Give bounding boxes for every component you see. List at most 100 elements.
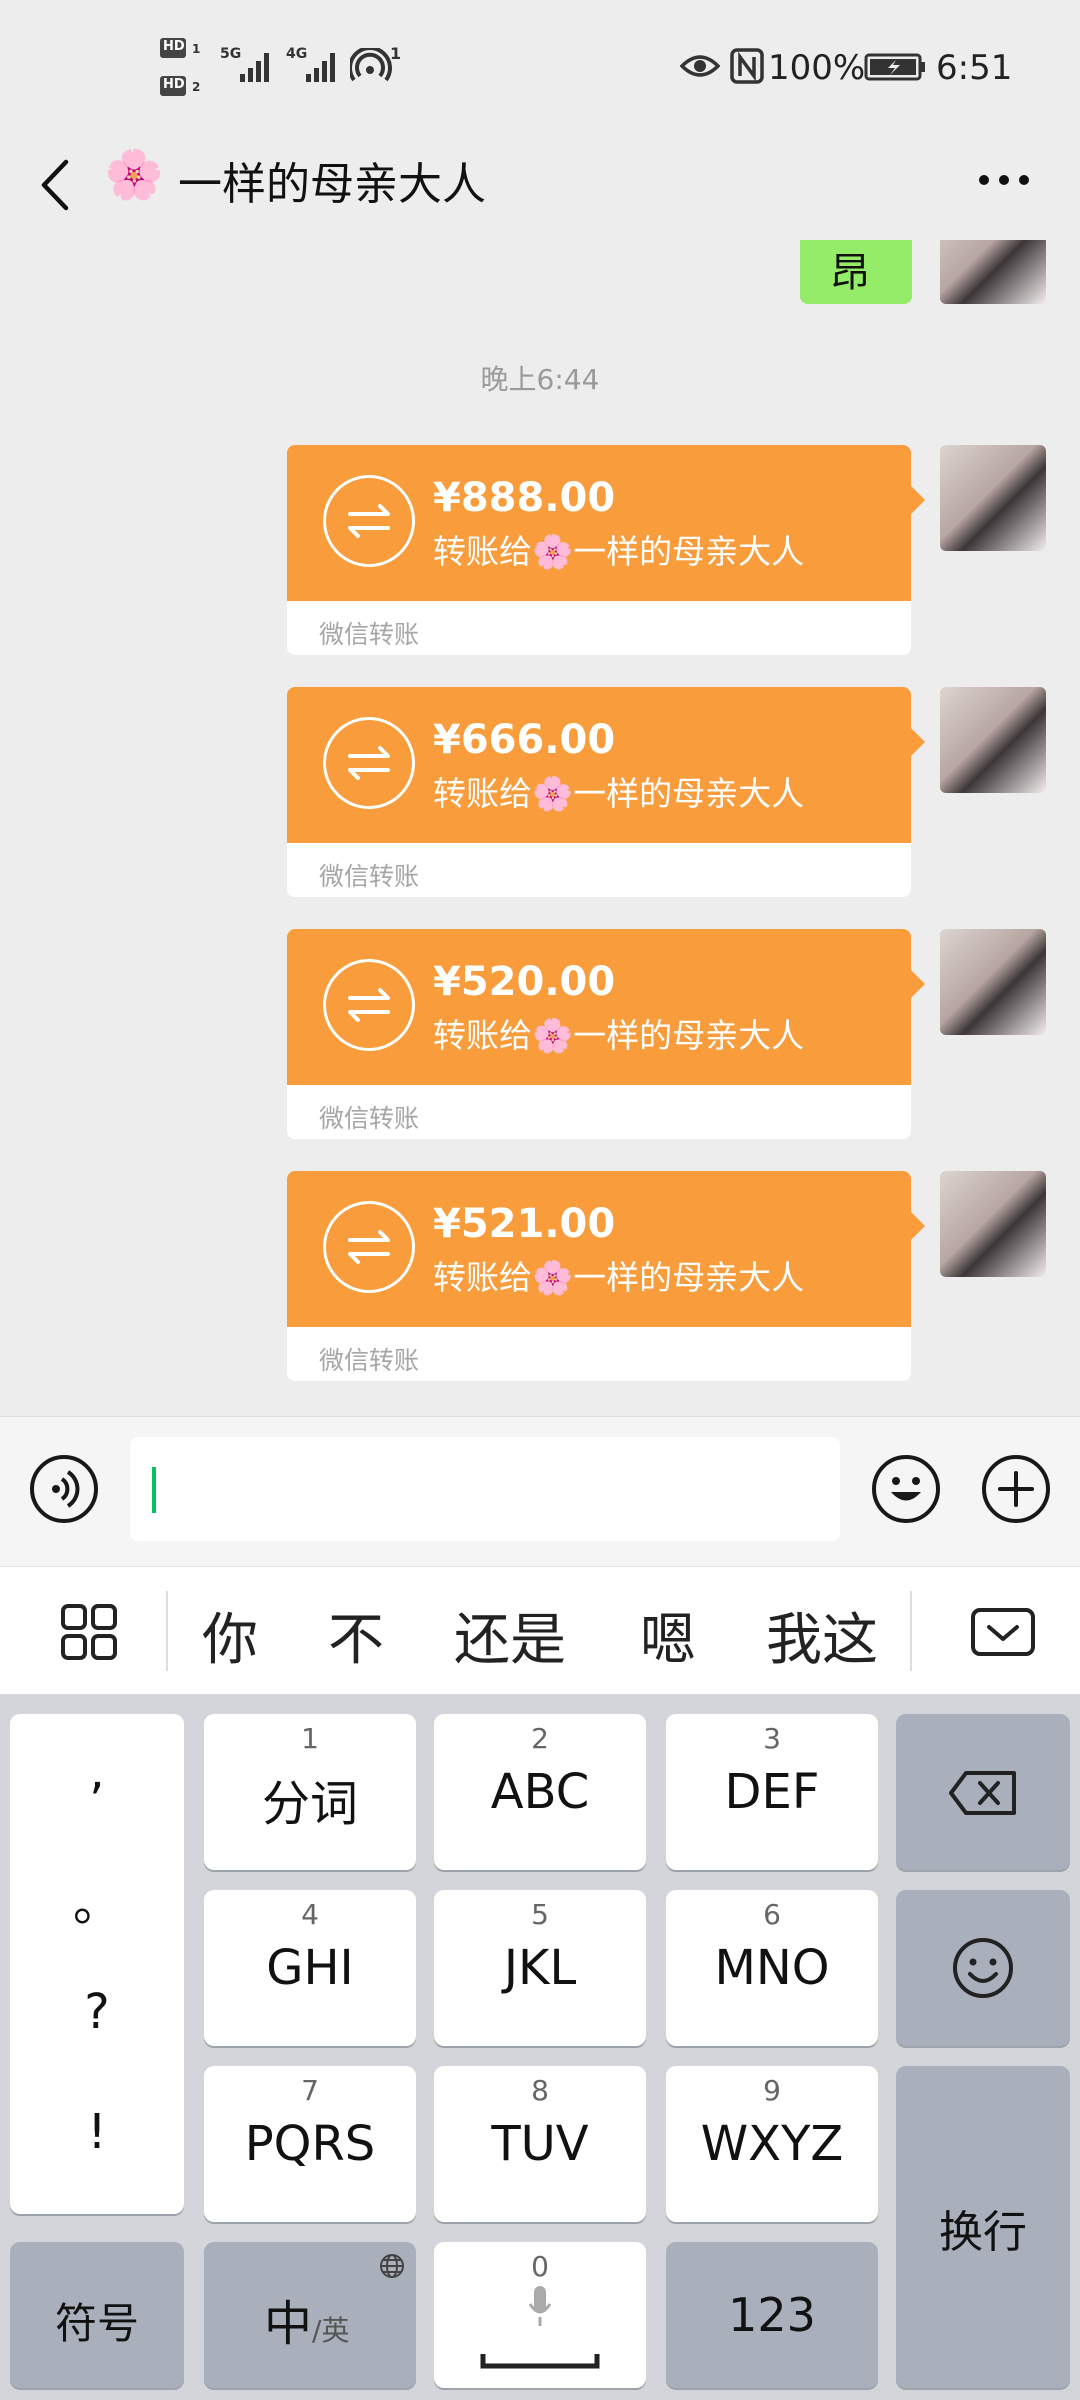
- transfer-card-header: ¥520.00 转账给🌸一样的母亲大人: [287, 929, 911, 1085]
- smiley-icon: [953, 1938, 1013, 1998]
- transfer-amount: ¥888.00: [433, 475, 616, 521]
- emoji-keyboard-key[interactable]: [896, 1890, 1070, 2046]
- transfer-prefix: 转账给: [433, 532, 532, 571]
- microphone-icon: [528, 2286, 552, 2326]
- voice-input-button[interactable]: [30, 1455, 98, 1523]
- transfer-description: 转账给🌸一样的母亲大人: [433, 525, 804, 573]
- key-4[interactable]: 4 GHI: [204, 1890, 416, 2046]
- key-9[interactable]: 9 WXYZ: [666, 2066, 878, 2222]
- numeric-key[interactable]: 123: [666, 2242, 878, 2388]
- recipient-name: 一样的母亲大人: [573, 532, 805, 571]
- recipient-name: 一样的母亲大人: [573, 774, 805, 813]
- status-bar: HD 1 HD 2 5G 4G 1 100% 6:51: [0, 0, 1080, 130]
- more-options-icon[interactable]: [976, 170, 1032, 190]
- avatar[interactable]: [940, 929, 1046, 1035]
- more-functions-button[interactable]: [982, 1455, 1050, 1523]
- lang-main: 中: [264, 2296, 313, 2352]
- message-text-input[interactable]: [130, 1437, 840, 1541]
- backspace-key[interactable]: [896, 1714, 1070, 1870]
- candidate-word[interactable]: 不: [328, 1595, 384, 1676]
- avatar[interactable]: [940, 445, 1046, 551]
- bubble-tail: [911, 1212, 925, 1240]
- chat-title: 一样的母亲大人: [178, 159, 486, 210]
- avatar[interactable]: [940, 240, 1046, 304]
- keyboard: , 。 ? ! 1 分词 2 ABC 3 DEF 4 GHI 5 JKL 6 M…: [0, 1694, 1080, 2400]
- key-number: 0: [531, 2250, 549, 2283]
- key-8[interactable]: 8 TUV: [434, 2066, 646, 2222]
- candidate-word[interactable]: 还是: [454, 1595, 566, 1676]
- space-bar-icon: [480, 2354, 600, 2369]
- bubble-tail: [911, 486, 925, 514]
- recipient-name: 一样的母亲大人: [573, 1016, 805, 1055]
- nfc-icon: [730, 48, 764, 84]
- candidate-word[interactable]: 我这: [766, 1595, 878, 1676]
- signal-icon-2: [306, 53, 335, 82]
- ime-candidate-bar: 你 不 还是 嗯 我这: [0, 1566, 1080, 1695]
- transfer-card-header: ¥521.00 转账给🌸一样的母亲大人: [287, 1171, 911, 1327]
- transfer-card[interactable]: ¥666.00 转账给🌸一样的母亲大人 微信转账: [287, 687, 911, 897]
- message-bubble-sent[interactable]: 昂: [800, 240, 912, 304]
- language-switch-key[interactable]: 中/英: [204, 2242, 416, 2388]
- key-2[interactable]: 2 ABC: [434, 1714, 646, 1870]
- key-3[interactable]: 3 DEF: [666, 1714, 878, 1870]
- key-number: 6: [763, 1898, 781, 1931]
- divider: [166, 1591, 168, 1671]
- key-5[interactable]: 5 JKL: [434, 1890, 646, 2046]
- transfer-icon: [323, 717, 415, 809]
- punct-question[interactable]: ?: [10, 1984, 184, 2040]
- key-label: MNO: [714, 1940, 830, 1996]
- avatar[interactable]: [940, 687, 1046, 793]
- key-label: PQRS: [244, 2116, 376, 2172]
- punct-period[interactable]: 。: [10, 1864, 184, 1934]
- punct-exclamation[interactable]: !: [10, 2104, 184, 2160]
- key-label: WXYZ: [700, 2116, 844, 2172]
- key-1[interactable]: 1 分词: [204, 1714, 416, 1870]
- enter-key[interactable]: 换行: [896, 2066, 1070, 2388]
- key-label: DEF: [724, 1764, 820, 1820]
- candidate-word[interactable]: 嗯: [640, 1595, 696, 1676]
- flower-emoji: 🌸: [532, 1016, 574, 1055]
- globe-icon: [380, 2254, 404, 2278]
- key-number: 5: [531, 1898, 549, 1931]
- chat-messages-area[interactable]: 昂 晚上6:44 ¥888.00 转账给🌸一样的母亲大人 微信转账 ¥666.0…: [0, 240, 1080, 1416]
- punct-comma[interactable]: ,: [10, 1744, 184, 1800]
- back-arrow-icon[interactable]: [36, 152, 76, 218]
- transfer-card[interactable]: ¥521.00 转账给🌸一样的母亲大人 微信转账: [287, 1171, 911, 1381]
- emoji-button[interactable]: [872, 1455, 940, 1523]
- space-key[interactable]: 0: [434, 2242, 646, 2388]
- symbol-key[interactable]: 符号: [10, 2242, 184, 2388]
- key-6[interactable]: 6 MNO: [666, 1890, 878, 2046]
- transfer-card[interactable]: ¥520.00 转账给🌸一样的母亲大人 微信转账: [287, 929, 911, 1139]
- avatar[interactable]: [940, 1171, 1046, 1277]
- transfer-card-header: ¥666.00 转账给🌸一样的母亲大人: [287, 687, 911, 843]
- numeric-label: 123: [728, 2288, 816, 2342]
- divider: [910, 1591, 912, 1671]
- key-number: 7: [301, 2074, 319, 2107]
- backspace-icon: [949, 1771, 1016, 1815]
- title-flower-emoji: 🌸: [104, 147, 164, 203]
- transfer-icon: [323, 959, 415, 1051]
- ime-menu-grid-icon[interactable]: [60, 1603, 118, 1661]
- flower-emoji: 🌸: [532, 774, 574, 813]
- sim-2-label: 2: [192, 80, 201, 94]
- transfer-footer-label: 微信转账: [319, 620, 420, 649]
- transfer-description: 转账给🌸一样的母亲大人: [433, 1251, 804, 1299]
- key-number: 2: [531, 1722, 549, 1755]
- transfer-card[interactable]: ¥888.00 转账给🌸一样的母亲大人 微信转账: [287, 445, 911, 655]
- hd-label-2: HD: [163, 77, 185, 92]
- transfer-amount: ¥666.00: [433, 717, 616, 763]
- text-cursor: [152, 1467, 156, 1513]
- key-7[interactable]: 7 PQRS: [204, 2066, 416, 2222]
- transfer-footer-label: 微信转账: [319, 1104, 420, 1133]
- battery-percent: 100%: [768, 48, 866, 88]
- transfer-prefix: 转账给: [433, 774, 532, 813]
- language-label: 中/英: [264, 2284, 349, 2354]
- flower-emoji: 🌸: [532, 532, 574, 571]
- punctuation-key-column[interactable]: , 。 ? !: [10, 1714, 184, 2214]
- lang-sub: /英: [312, 2314, 350, 2347]
- collapse-keyboard-icon[interactable]: [970, 1607, 1036, 1657]
- candidate-word[interactable]: 你: [202, 1595, 258, 1676]
- symbol-label: 符号: [54, 2299, 139, 2348]
- transfer-footer-label: 微信转账: [319, 1346, 420, 1375]
- key-label: GHI: [266, 1940, 354, 1996]
